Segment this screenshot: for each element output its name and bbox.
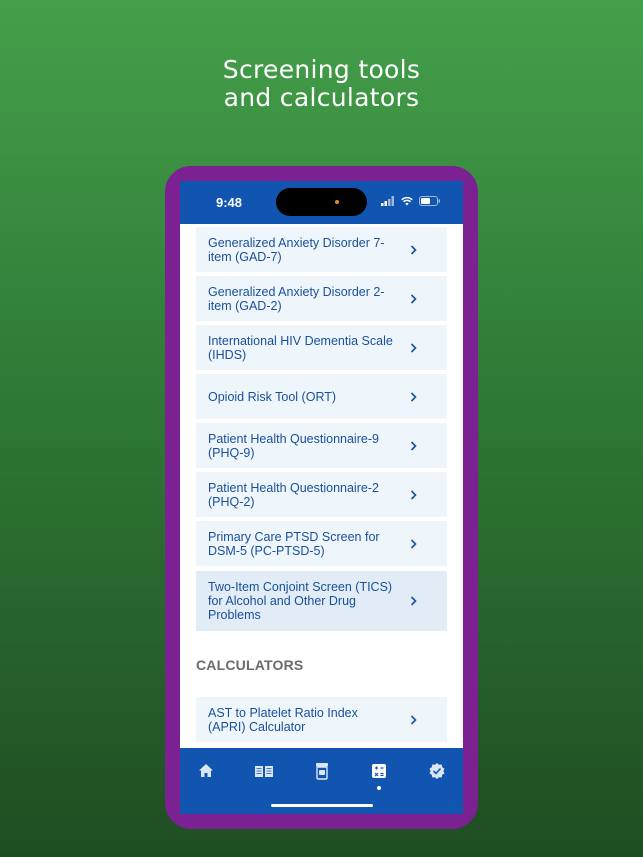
list-item-label: Primary Care PTSD Screen for DSM-5 (PC-P… bbox=[208, 529, 380, 558]
status-bar: 9:48 bbox=[180, 181, 463, 224]
chevron-right-icon bbox=[410, 440, 417, 451]
chevron-right-icon bbox=[410, 244, 417, 255]
chevron-right-icon bbox=[410, 391, 417, 402]
calculator-icon[interactable] bbox=[370, 762, 388, 780]
headline-line-2: and calculators bbox=[223, 83, 420, 112]
chevron-right-icon bbox=[410, 538, 417, 549]
battery-icon bbox=[419, 196, 440, 206]
home-icon[interactable] bbox=[197, 762, 215, 780]
tab-bar bbox=[180, 748, 463, 814]
list-item-pc-ptsd5[interactable]: Primary Care PTSD Screen for DSM-5 (PC-P… bbox=[196, 521, 447, 566]
chevron-right-icon bbox=[410, 596, 417, 606]
chevron-right-icon bbox=[410, 293, 417, 304]
list-item-ihds[interactable]: International HIV Dementia Scale (IHDS) bbox=[196, 325, 447, 370]
list-item-label: AST to Platelet Ratio Index (APRI) Calcu… bbox=[208, 705, 358, 734]
list-item-ort[interactable]: Opioid Risk Tool (ORT) bbox=[196, 374, 447, 419]
signal-icon bbox=[381, 196, 394, 206]
list-item-phq9[interactable]: Patient Health Questionnaire-9 (PHQ-9) bbox=[196, 423, 447, 468]
status-time: 9:48 bbox=[216, 195, 243, 210]
list-item-label: Generalized Anxiety Disorder 7-item (GAD… bbox=[208, 235, 385, 264]
privacy-indicator-dot bbox=[335, 200, 339, 204]
chevron-right-icon bbox=[410, 342, 417, 353]
status-icons bbox=[381, 196, 441, 206]
list-item-apri-calculator[interactable]: AST to Platelet Ratio Index (APRI) Calcu… bbox=[196, 697, 447, 742]
chevron-right-icon bbox=[410, 714, 417, 725]
list-item-label: Patient Health Questionnaire-9 (PHQ-9) bbox=[208, 431, 379, 460]
list-item-gad2[interactable]: Generalized Anxiety Disorder 2-item (GAD… bbox=[196, 276, 447, 321]
list-item-label: Patient Health Questionnaire-2 (PHQ-2) bbox=[208, 480, 379, 509]
chevron-right-icon bbox=[410, 489, 417, 500]
active-tab-indicator bbox=[377, 786, 381, 790]
phone-screen: 9:48 Generalized Anxiety Disorder 7-item… bbox=[180, 181, 463, 814]
list-item-label: Generalized Anxiety Disorder 2-item (GAD… bbox=[208, 284, 385, 313]
book-icon[interactable] bbox=[254, 762, 274, 780]
list-item-label: Two-Item Conjoint Screen (TICS) for Alco… bbox=[208, 580, 393, 622]
home-indicator[interactable] bbox=[271, 804, 373, 807]
verified-badge-icon[interactable] bbox=[428, 762, 446, 780]
list-item-label: Opioid Risk Tool (ORT) bbox=[208, 389, 337, 404]
list-item-label: International HIV Dementia Scale (IHDS) bbox=[208, 333, 393, 362]
wifi-icon bbox=[401, 196, 413, 206]
calculators-heading: CALCULATORS bbox=[196, 657, 304, 673]
dynamic-island bbox=[276, 188, 367, 216]
headline: Screening tools and calculators bbox=[0, 56, 643, 112]
headline-line-1: Screening tools bbox=[222, 55, 421, 84]
list-item-phq2[interactable]: Patient Health Questionnaire-2 (PHQ-2) bbox=[196, 472, 447, 517]
pill-bottle-icon[interactable] bbox=[313, 762, 331, 780]
tools-list: Generalized Anxiety Disorder 7-item (GAD… bbox=[180, 224, 463, 748]
list-item-gad7[interactable]: Generalized Anxiety Disorder 7-item (GAD… bbox=[196, 227, 447, 272]
list-item-tics[interactable]: Two-Item Conjoint Screen (TICS) for Alco… bbox=[196, 571, 447, 631]
